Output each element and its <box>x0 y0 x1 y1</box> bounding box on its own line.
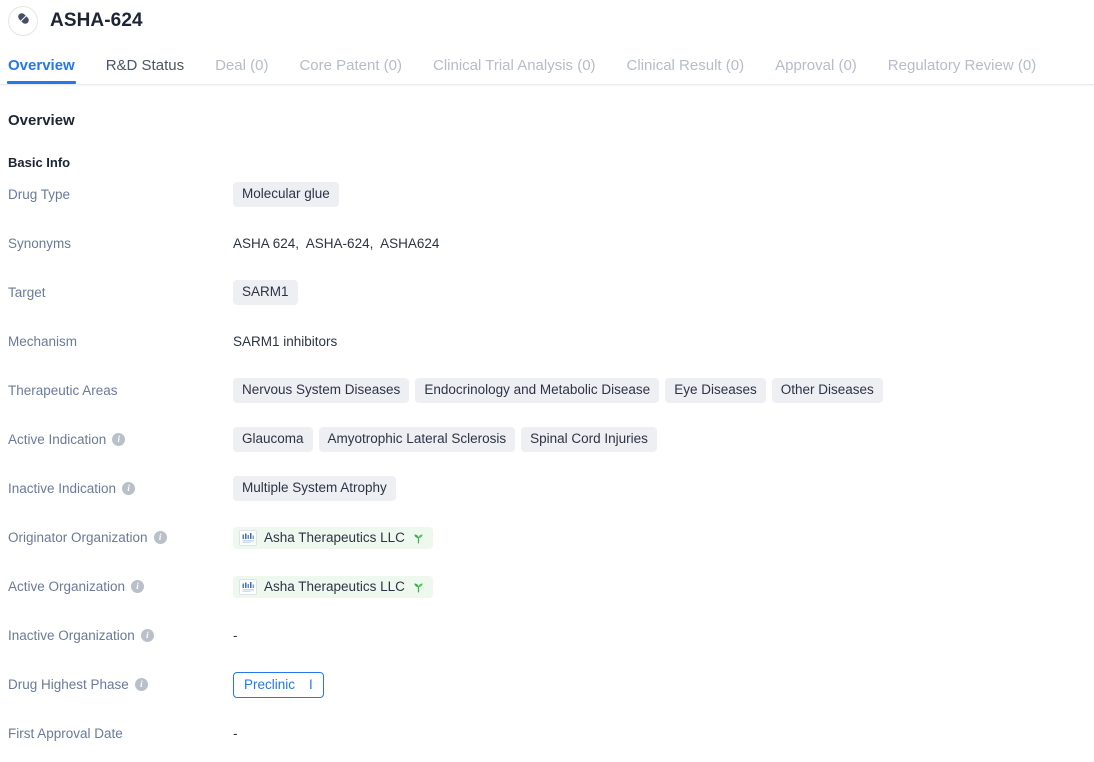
label-target: Target <box>8 285 233 300</box>
organization-logo-icon <box>239 578 257 595</box>
row-first-approval-date: First Approval Date - <box>8 709 1086 758</box>
value-inactive-organization: - <box>233 628 1086 643</box>
row-target: Target SARM1 <box>8 268 1086 317</box>
phase-label: Preclinic <box>244 676 296 692</box>
synonyms-text: ASHA 624, ASHA-624, ASHA624 <box>233 236 440 251</box>
label-text: Active Indication <box>8 432 107 447</box>
subsection-title-basic-info: Basic Info <box>8 155 71 170</box>
value-originator-organization: Asha Therapeutics LLC <box>233 526 1086 549</box>
label-text: Target <box>8 285 46 300</box>
tag-item: Eye Diseases <box>665 377 766 404</box>
tag-item: Amyotrophic Lateral Sclerosis <box>318 426 516 453</box>
label-drug-type: Drug Type <box>8 187 233 202</box>
label-text: Therapeutic Areas <box>8 383 118 398</box>
row-originator-organization: Originator Organization i Asha Therapeut… <box>8 513 1086 562</box>
label-text: Drug Type <box>8 187 71 202</box>
tag-item: Molecular glue <box>233 181 339 208</box>
row-inactive-organization: Inactive Organization i - <box>8 611 1086 660</box>
label-text: Active Organization <box>8 579 126 594</box>
organization-logo-icon <box>239 529 257 546</box>
label-text: Synonyms <box>8 236 72 251</box>
row-active-indication: Active Indication i Glaucoma Amyotrophic… <box>8 415 1086 464</box>
tag-item: Multiple System Atrophy <box>233 475 396 502</box>
organization-name: Asha Therapeutics LLC <box>264 530 405 545</box>
label-active-organization: Active Organization i <box>8 579 233 594</box>
label-text: First Approval Date <box>8 726 123 741</box>
tab-rd-status[interactable]: R&D Status <box>106 58 184 84</box>
page-header: ASHA-624 <box>0 0 1094 42</box>
row-synonyms: Synonyms ASHA 624, ASHA-624, ASHA624 <box>8 219 1086 268</box>
info-icon[interactable]: i <box>153 531 167 544</box>
tab-clinical-result[interactable]: Clinical Result (0) <box>627 58 745 84</box>
phase-mark: I <box>309 676 313 692</box>
tag-item: Glaucoma <box>233 426 313 453</box>
row-mechanism: Mechanism SARM1 inhibitors <box>8 317 1086 366</box>
section-title-overview: Overview <box>8 112 75 129</box>
tab-regulatory-review[interactable]: Regulatory Review (0) <box>888 58 1036 84</box>
overview-panel: Overview Basic Info Drug Type Molecular … <box>0 112 1094 758</box>
label-mechanism: Mechanism <box>8 334 233 349</box>
label-drug-highest-phase: Drug Highest Phase i <box>8 677 233 692</box>
value-active-indication: Glaucoma Amyotrophic Lateral Sclerosis S… <box>233 426 1086 453</box>
tab-deal[interactable]: Deal (0) <box>215 58 268 84</box>
value-drug-type: Molecular glue <box>233 181 1086 208</box>
organization-name: Asha Therapeutics LLC <box>264 579 405 594</box>
row-therapeutic-areas: Therapeutic Areas Nervous System Disease… <box>8 366 1086 415</box>
label-originator-organization: Originator Organization i <box>8 530 233 545</box>
tag-item: SARM1 <box>233 279 298 306</box>
tag-item: Spinal Cord Injuries <box>521 426 657 453</box>
page-title: ASHA-624 <box>50 10 143 31</box>
tab-bar: Overview R&D Status Deal (0) Core Patent… <box>0 42 1094 85</box>
label-synonyms: Synonyms <box>8 236 233 251</box>
row-drug-highest-phase: Drug Highest Phase i Preclinic I <box>8 660 1086 709</box>
label-active-indication: Active Indication i <box>8 432 233 447</box>
label-text: Originator Organization <box>8 530 148 545</box>
value-target: SARM1 <box>233 279 1086 306</box>
empty-value: - <box>233 628 238 643</box>
label-text: Mechanism <box>8 334 78 349</box>
info-icon[interactable]: i <box>140 629 154 642</box>
drug-avatar <box>8 6 38 36</box>
organization-chip[interactable]: Asha Therapeutics LLC <box>233 575 433 598</box>
value-mechanism: SARM1 inhibitors <box>233 334 1086 349</box>
info-icon[interactable]: i <box>134 678 148 691</box>
label-text: Drug Highest Phase <box>8 677 129 692</box>
tag-item: Nervous System Diseases <box>233 377 410 404</box>
tab-overview[interactable]: Overview <box>7 58 76 84</box>
info-icon[interactable]: i <box>112 433 126 446</box>
value-synonyms: ASHA 624, ASHA-624, ASHA624 <box>233 236 1086 251</box>
row-active-organization: Active Organization i Asha Therapeutics … <box>8 562 1086 611</box>
empty-value: - <box>233 726 238 741</box>
pill-capsule-icon <box>15 10 32 32</box>
value-active-organization: Asha Therapeutics LLC <box>233 575 1086 598</box>
tag-item: Endocrinology and Metabolic Disease <box>415 377 660 404</box>
tab-approval[interactable]: Approval (0) <box>775 58 857 84</box>
value-first-approval-date: - <box>233 726 1086 741</box>
tab-core-patent[interactable]: Core Patent (0) <box>299 58 402 84</box>
mechanism-text: SARM1 inhibitors <box>233 334 338 349</box>
value-therapeutic-areas: Nervous System Diseases Endocrinology an… <box>233 377 1086 404</box>
label-inactive-organization: Inactive Organization i <box>8 628 233 643</box>
organization-chip[interactable]: Asha Therapeutics LLC <box>233 526 433 549</box>
sprout-icon <box>412 580 425 593</box>
row-inactive-indication: Inactive Indication i Multiple System At… <box>8 464 1086 513</box>
label-therapeutic-areas: Therapeutic Areas <box>8 383 233 398</box>
row-drug-type: Drug Type Molecular glue <box>8 170 1086 219</box>
tag-item: Other Diseases <box>771 377 883 404</box>
phase-badge[interactable]: Preclinic I <box>233 671 324 698</box>
label-first-approval-date: First Approval Date <box>8 726 233 741</box>
value-inactive-indication: Multiple System Atrophy <box>233 475 1086 502</box>
label-text: Inactive Organization <box>8 628 135 643</box>
label-inactive-indication: Inactive Indication i <box>8 481 233 496</box>
tab-clinical-trial-analysis[interactable]: Clinical Trial Analysis (0) <box>433 58 596 84</box>
info-icon[interactable]: i <box>122 482 136 495</box>
label-text: Inactive Indication <box>8 481 117 496</box>
sprout-icon <box>412 531 425 544</box>
value-drug-highest-phase: Preclinic I <box>233 671 1086 698</box>
info-icon[interactable]: i <box>131 580 145 593</box>
